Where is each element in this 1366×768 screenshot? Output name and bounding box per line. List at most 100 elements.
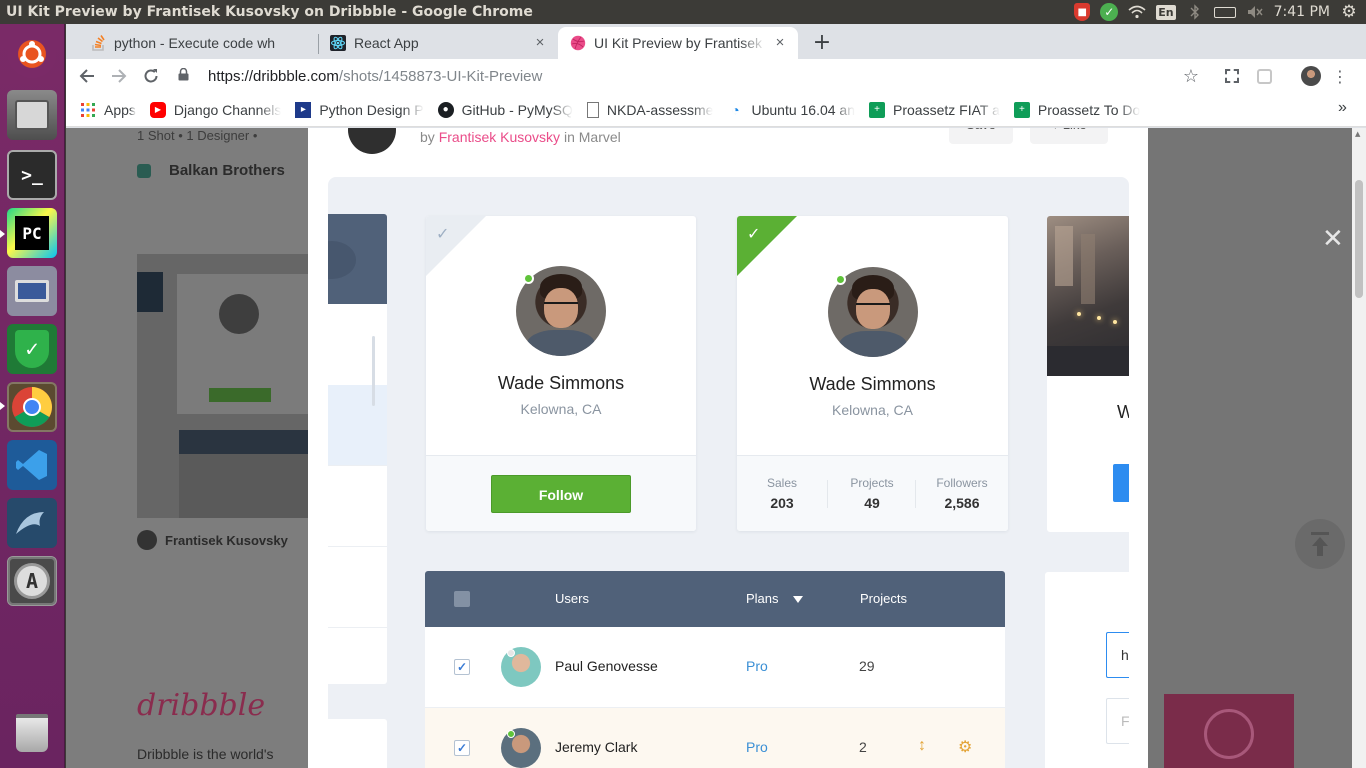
bookmark-label: NKDA-assessme [606, 101, 714, 118]
bookmark-proassetz-fiat[interactable]: + Proassetz FIAT a [869, 101, 1000, 118]
row-checkbox[interactable]: ✓ [454, 740, 470, 756]
user-name: Jeremy Clark [555, 739, 638, 755]
sheets-icon: + [869, 101, 885, 118]
profile-name: Wade Simmons [809, 374, 936, 394]
tab-close-icon[interactable]: × [772, 35, 788, 51]
new-tab-button[interactable]: + [808, 30, 836, 58]
terminal-icon[interactable]: >_ [7, 150, 57, 200]
stat-value: 2,586 [944, 495, 980, 511]
bookmark-proassetz-todo[interactable]: + Proassetz To Do [1013, 101, 1140, 118]
page-scrollbar[interactable]: ▲ [1352, 128, 1366, 768]
browser-chrome: python - Execute code wh React App × UI … [66, 24, 1366, 128]
byline-by: by [420, 129, 435, 145]
bookmark-apps[interactable]: Apps [80, 102, 136, 118]
partial-input[interactable]: F [1106, 698, 1129, 744]
background-shot-thumbnail[interactable] [137, 254, 308, 518]
trash-icon[interactable] [7, 708, 57, 758]
reorder-arrows-icon[interactable]: ↕ [918, 737, 926, 755]
check-icon: ✓ [747, 224, 761, 243]
antivirus-shield-icon[interactable]: ■ [1074, 3, 1091, 21]
user-plan[interactable]: Pro [746, 739, 768, 755]
background-dribbble-ad[interactable] [1164, 694, 1294, 768]
digitalocean-icon: ◔ [731, 101, 740, 118]
bookmark-star-icon[interactable]: ☆ [1180, 65, 1202, 87]
profile-avatar[interactable] [1300, 65, 1322, 87]
volume-muted-icon[interactable] [1246, 4, 1264, 20]
tab-stackoverflow[interactable]: python - Execute code wh [78, 27, 318, 59]
bookmark-github-pymysql[interactable]: ● GitHub - PyMySQ [437, 101, 573, 118]
background-team-link[interactable]: Balkan Brothers [137, 162, 285, 179]
background-dribbble-logo: dribbble [137, 688, 266, 723]
bookmark-django-channels[interactable]: ▶ Django Channels [149, 101, 281, 118]
bookmark-python-design[interactable]: ▸ Python Design P [295, 101, 424, 118]
bookmark-ubuntu-1604[interactable]: ◔ Ubuntu 16.04 an [727, 102, 855, 118]
profile-location: Kelowna, CA [832, 402, 913, 418]
tab-react-app[interactable]: React App × [318, 27, 558, 59]
back-button[interactable] [71, 62, 103, 90]
security-shield-icon[interactable]: ✓ [7, 324, 57, 374]
battery-icon[interactable] [1213, 6, 1236, 18]
bluetooth-icon[interactable] [1186, 4, 1204, 20]
files-icon[interactable] [7, 90, 57, 140]
vscode-icon[interactable] [7, 440, 57, 490]
software-updater-icon[interactable]: A [7, 556, 57, 606]
running-indicator [0, 402, 5, 410]
address-bar[interactable]: https://dribbble.com/shots/1458873-UI-Ki… [178, 62, 1208, 90]
shot-image: ✓ Wade Simmons Kelowna, CA Follow ✓ Wade… [328, 177, 1129, 768]
follow-button[interactable]: Follow [491, 475, 631, 513]
scroll-up-arrow-icon[interactable]: ▲ [1355, 130, 1360, 138]
chrome-icon[interactable] [7, 382, 57, 432]
settings-gear-icon[interactable]: ⚙ [958, 737, 972, 757]
card-stats-footer: Sales 203 Projects 49 Followers 2,586 [737, 455, 1008, 531]
bookmark-label: Apps [104, 101, 136, 118]
byline-in: in [563, 129, 575, 145]
bookmark-favicon-icon: ▸ [295, 101, 312, 118]
close-modal-icon[interactable]: ✕ [1322, 224, 1344, 254]
scroll-to-top-icon[interactable] [1295, 519, 1345, 569]
tab-strip: python - Execute code wh React App × UI … [66, 24, 1366, 59]
clock[interactable]: 7:41 PM [1274, 4, 1330, 20]
right-partial-form-card: h F [1045, 572, 1129, 768]
extension-icon[interactable] [1254, 65, 1274, 87]
tab-close-icon[interactable]: × [532, 35, 548, 51]
header-plans[interactable]: Plans [746, 591, 803, 606]
sync-ok-icon[interactable]: ✓ [1100, 3, 1119, 21]
profile-name: Wade Simmons [497, 373, 625, 393]
profile-location: Kelowna, CA [520, 401, 602, 417]
keyboard-layout-indicator[interactable]: En [1156, 4, 1176, 20]
user-plan[interactable]: Pro [746, 658, 768, 674]
settings-gear-icon[interactable]: ⚙ [1340, 2, 1358, 22]
scrollbar-thumb[interactable] [1355, 180, 1363, 298]
header-plans-label: Plans [746, 591, 779, 606]
partial-blue-button[interactable] [1113, 464, 1129, 502]
pycharm-icon[interactable]: PC [7, 208, 57, 258]
author-link[interactable]: Frantisek Kusovsky [439, 129, 560, 145]
like-button[interactable]: ♥ Like [1030, 128, 1108, 144]
bookmark-nkda-assessment[interactable]: NKDA-assessme [586, 101, 714, 118]
user-name: Paul Genovesse [555, 658, 658, 674]
right-partial-card: W [1047, 216, 1129, 532]
header-users[interactable]: Users [555, 591, 589, 606]
reload-button[interactable] [135, 62, 167, 90]
designer-avatar[interactable] [348, 128, 396, 154]
wifi-icon[interactable] [1128, 4, 1146, 20]
extension-qr-icon[interactable] [1222, 65, 1242, 87]
tab-dribbble[interactable]: UI Kit Preview by Frantisek × [558, 27, 798, 59]
bookmarks-overflow-button[interactable]: » [1338, 99, 1347, 117]
profile-card-follow: ✓ Wade Simmons Kelowna, CA Follow [426, 216, 696, 531]
save-button[interactable]: Save [949, 128, 1013, 144]
ubuntu-dash-icon[interactable] [8, 30, 56, 78]
team-link[interactable]: Marvel [579, 129, 621, 145]
row-checkbox[interactable]: ✓ [454, 659, 470, 675]
forward-button[interactable] [103, 62, 135, 90]
menu-kebab-icon[interactable]: ⋮ [1332, 65, 1348, 87]
select-all-checkbox[interactable] [454, 591, 470, 607]
background-author-name: Frantisek Kusovsky [165, 532, 288, 548]
mysql-workbench-icon[interactable] [7, 498, 57, 548]
table-row[interactable]: ✓ Paul Genovesse Pro 29 [425, 627, 1005, 708]
header-projects[interactable]: Projects [860, 591, 907, 606]
background-author[interactable]: Frantisek Kusovsky [137, 530, 288, 550]
table-row[interactable]: ✓ Jeremy Clark Pro 2 ↕ ⚙ [425, 708, 1005, 768]
partial-input-active[interactable]: h [1106, 632, 1129, 678]
remote-desktop-icon[interactable] [7, 266, 57, 316]
